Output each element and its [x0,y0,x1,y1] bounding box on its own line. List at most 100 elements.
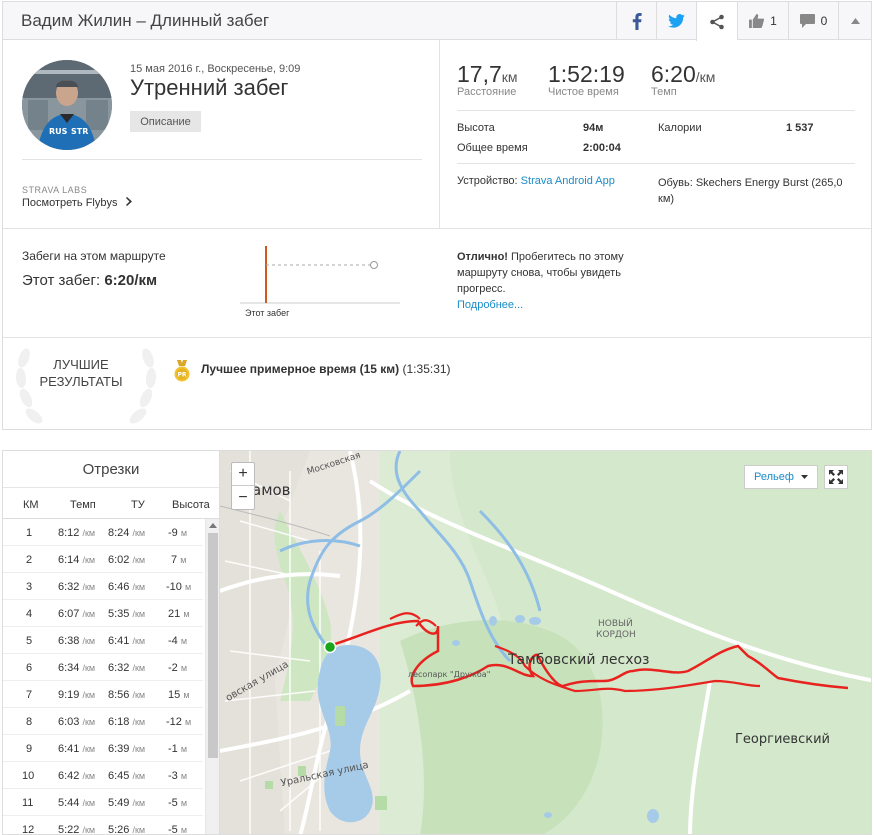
chevron-right-icon [125,197,132,206]
more-link[interactable]: Подробнее... [457,299,523,311]
split-km: 9 [26,743,32,755]
device-label: Устройство: [457,175,518,187]
col-gap: ТУ [131,499,145,511]
elapsed-label: Общее время [457,142,528,154]
split-row[interactable]: 1 8:12 /км 8:24 /км -9 м [3,519,203,546]
split-row[interactable]: 10 6:42 /км 6:45 /км -3 м [3,762,203,789]
facebook-share-button[interactable] [616,2,656,40]
svg-text:RUS: RUS [49,127,68,136]
split-gap: 5:49 /км [108,797,145,809]
shoes-value: Skechers Energy Burst (265,0 [695,177,843,189]
route-map[interactable]: амов Московская Уральская улица овская у… [219,450,872,835]
split-pace-value: 6:14 [58,554,80,566]
split-km-value: 4 [26,608,33,620]
chevron-up-icon [850,18,860,24]
split-row[interactable]: 7 9:19 /км 8:56 /км 15 м [3,681,203,708]
split-elev-unit: м [184,582,192,592]
split-gap-value: 8:56 [108,689,130,701]
split-elev: -1 м [168,743,187,755]
route-title: Забеги на этом маршруте [22,249,166,263]
split-row[interactable]: 5 6:38 /км 6:41 /км -4 м [3,627,203,654]
best-effort-item[interactable]: Лучшее примерное время (15 км) (1:35:31) [201,362,451,376]
athlete-avatar[interactable]: RUS STR [22,60,112,150]
split-km: 10 [22,770,34,782]
split-row[interactable]: 9 6:41 /км 6:39 /км -1 м [3,735,203,762]
split-pace-unit: /км [82,609,96,619]
splits-title: Отрезки [82,461,140,478]
kudos-button[interactable]: 1 [737,2,788,40]
split-elev-value: -3 [168,770,178,782]
elevation-label: Высота [457,122,495,134]
split-pace-unit: /км [82,555,96,565]
pace-unit: /км [695,69,716,85]
zoom-controls: + − [231,462,255,510]
map-place-label: КОРДОН [596,630,636,640]
moving-time-value: 1:52:19 [548,61,625,87]
scroll-up-icon[interactable] [209,523,217,528]
scrollbar-thumb[interactable] [208,533,218,758]
split-row[interactable]: 6 6:34 /км 6:32 /км -2 м [3,654,203,681]
device-link[interactable]: Strava Android App [521,175,615,187]
twitter-share-button[interactable] [656,2,696,40]
flyby-link[interactable]: Посмотреть Flybys [22,197,132,209]
kudos-count: 1 [770,14,777,28]
best-effort-name: Лучшее примерное время (15 км) [201,362,400,376]
calories-value: 1 537 [786,122,814,134]
share-button[interactable] [696,2,737,41]
elevation-value: 94м [583,122,604,134]
split-km: 6 [26,662,32,674]
divider [22,159,422,160]
split-elev: -4 м [168,635,187,647]
vertical-divider [439,40,440,228]
split-pace-value: 6:38 [58,635,80,647]
split-km: 8 [26,716,32,728]
fullscreen-button[interactable] [824,465,848,489]
this-run-pace: Этот забег: 6:20/км [22,272,157,289]
split-gap: 5:26 /км [108,824,145,834]
split-gap-unit: /км [132,798,146,808]
zoom-in-button[interactable]: + [232,463,254,486]
shoes-value-cont: км) [658,193,675,205]
split-pace-unit: /км [82,636,96,646]
map-place-label: Тамбовский лесхоз [508,652,650,668]
split-pace: 6:34 /км [58,662,95,674]
split-km-value: 10 [22,770,35,782]
split-pace: 6:42 /км [58,770,95,782]
split-row[interactable]: 11 5:44 /км 5:49 /км -5 м [3,789,203,816]
split-row[interactable]: 8 6:03 /км 6:18 /км -12 м [3,708,203,735]
split-elev-value: -10 [166,581,182,593]
split-pace-value: 6:34 [58,662,80,674]
split-km: 3 [26,581,32,593]
activity-date: 15 мая 2016 г., Воскресенье, 9:09 [130,63,301,75]
split-row[interactable]: 3 6:32 /км 6:46 /км -10 м [3,573,203,600]
zoom-out-button[interactable]: − [232,486,254,509]
description-button[interactable]: Описание [130,111,201,132]
split-row[interactable]: 2 6:14 /км 6:02 /км 7 м [3,546,203,573]
split-elev-value: -4 [168,635,178,647]
split-gap-value: 6:46 [108,581,130,593]
distance-label: Расстояние [457,86,517,98]
split-pace-value: 6:07 [58,608,80,620]
split-km: 5 [26,635,32,647]
best-title-line1: ЛУЧШИЕ [53,357,109,372]
split-row[interactable]: 4 6:07 /км 5:35 /км 21 м [3,600,203,627]
map-layer-dropdown[interactable]: Рельеф [744,465,818,489]
split-gap-unit: /км [132,717,146,727]
svg-text:STR: STR [71,127,88,136]
split-elev: -2 м [168,662,187,674]
splits-scrollbar[interactable] [205,519,219,834]
comments-button[interactable]: 0 [788,2,838,40]
split-pace-value: 6:42 [58,770,80,782]
split-row[interactable]: 12 5:22 /км 5:26 /км -5 м [3,816,203,835]
splits-panel: Отрезки КМ Темп ТУ Высота 1 8:12 /км 8:24 … [2,450,219,835]
collapse-button[interactable] [838,2,871,40]
split-elev-unit: м [180,798,188,808]
split-elev-value: 15 [168,689,181,701]
split-gap-value: 8:24 [108,527,130,539]
strava-labs-label: STRAVA LABS [22,185,88,195]
split-km-value: 7 [26,689,33,701]
split-elev-unit: м [184,717,192,727]
split-km-value: 12 [22,824,35,835]
split-gap-value: 6:45 [108,770,130,782]
calories-label: Калории [658,122,702,134]
